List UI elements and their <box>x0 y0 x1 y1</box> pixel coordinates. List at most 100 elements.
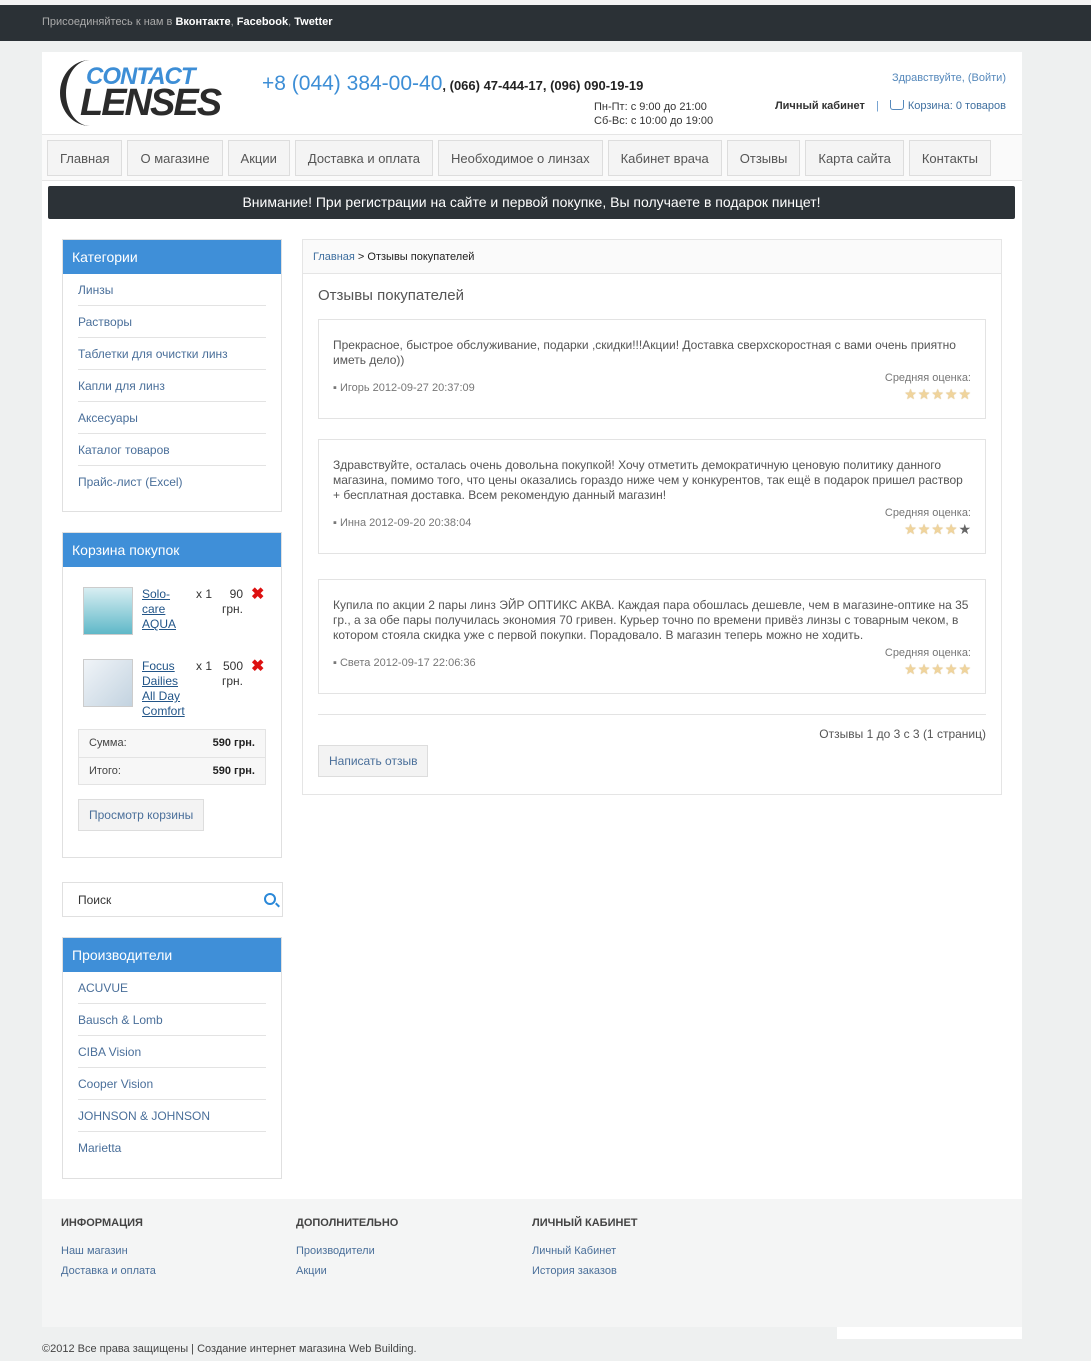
star-icon: ★ <box>944 521 958 537</box>
manufacturer-item[interactable]: CIBA Vision <box>78 1036 266 1068</box>
nav-reviews[interactable]: Отзывы <box>726 140 801 176</box>
breadcrumb-home[interactable]: Главная <box>313 251 355 263</box>
rating-stars: ★ ★ ★ ★ ★ <box>885 522 971 536</box>
category-item[interactable]: Линзы <box>78 274 266 306</box>
account-link[interactable]: Личный кабинет <box>775 100 865 112</box>
categories-list: Линзы Растворы Таблетки для очистки линз… <box>63 274 281 498</box>
footer: ИНФОРМАЦИЯ Наш магазин Доставка и оплата… <box>42 1199 1022 1327</box>
login-greeting[interactable]: Здравствуйте, (Войти) <box>892 72 1006 84</box>
facebook-link[interactable]: Facebook <box>237 16 288 28</box>
review-author: ▪ Игорь 2012-09-27 20:37:09 <box>333 382 475 394</box>
manufacturer-item[interactable]: Marietta <box>78 1132 266 1164</box>
categories-title: Категории <box>63 240 281 274</box>
nav-about[interactable]: О магазине <box>127 140 223 176</box>
category-item[interactable]: Растворы <box>78 306 266 338</box>
account-bar: Личный кабинет | Корзина: 0 товаров <box>775 100 1006 112</box>
main-phone: +8 (044) 384-00-40 <box>262 72 443 95</box>
star-icon: ★ <box>944 386 958 402</box>
footer-corner <box>837 1327 1022 1339</box>
write-review-button[interactable]: Написать отзыв <box>318 745 429 777</box>
total-value: 590 грн. <box>212 765 255 777</box>
cart-item-name: Solo-care AQUA <box>142 587 177 631</box>
copyright: ©2012 Все права защищены | Создание инте… <box>42 1343 417 1355</box>
manufacturer-item[interactable]: JOHNSON & JOHNSON <box>78 1100 266 1132</box>
category-item[interactable]: Аксесуары <box>78 402 266 434</box>
cart-sum-row: Сумма: 590 грн. <box>79 730 265 757</box>
footer-link[interactable]: История заказов <box>532 1265 638 1277</box>
categories-box: Категории Линзы Растворы Таблетки для оч… <box>62 239 282 512</box>
main-content: Главная > Отзывы покупателей Отзывы поку… <box>302 239 1002 795</box>
hours-weekdays: Пн-Пт: с 9:00 до 21:00 <box>594 101 707 113</box>
cart-total-row: Итого: 590 грн. <box>79 757 265 784</box>
cart-item-qty: x 1 <box>196 659 213 673</box>
manufacturer-item[interactable]: Bausch & Lomb <box>78 1004 266 1036</box>
sum-label: Сумма: <box>89 737 127 749</box>
vkontakte-link[interactable]: Вконтакте <box>175 16 230 28</box>
review-author: ▪ Инна 2012-09-20 20:38:04 <box>333 517 472 529</box>
nav-contacts[interactable]: Контакты <box>908 140 991 176</box>
view-cart-button[interactable]: Просмотр корзины <box>78 799 205 831</box>
page-title: Отзывы покупателей <box>318 287 464 304</box>
cart-link[interactable]: Корзина: 0 товаров <box>908 100 1006 112</box>
category-item[interactable]: Прайс-лист (Excel) <box>78 466 266 498</box>
nav-lens-info[interactable]: Необходимое о линзах <box>438 140 603 176</box>
manufacturers-title: Производители <box>63 938 281 972</box>
pagination-info: Отзывы 1 до 3 с 3 (1 страниц) <box>819 727 986 741</box>
cart-box-title: Корзина покупок <box>63 533 281 567</box>
sum-value: 590 грн. <box>212 737 255 749</box>
nav-doctor[interactable]: Кабинет врача <box>607 140 722 176</box>
site-logo[interactable]: CONTACT LENSES <box>60 58 230 128</box>
star-icon: ★ <box>931 386 944 402</box>
review-card: Прекрасное, быстрое обслуживание, подарк… <box>318 319 986 419</box>
nav-delivery[interactable]: Доставка и оплата <box>294 140 434 176</box>
nav-sitemap[interactable]: Карта сайта <box>805 140 904 176</box>
breadcrumb-current: > Отзывы покупателей <box>354 251 475 263</box>
star-icon: ★ <box>904 386 917 402</box>
social-bar: Присоединяйтесь к нам в Вконтакте, Faceb… <box>0 5 1091 41</box>
nav-promotions[interactable]: Акции <box>227 140 290 176</box>
cart-item-qty: x 1 <box>196 587 213 601</box>
category-item[interactable]: Таблетки для очистки линз <box>78 338 266 370</box>
twitter-link[interactable]: Twetter <box>294 16 332 28</box>
star-icon: ★ <box>917 521 931 537</box>
review-text: Купила по акции 2 пары линз ЭЙР ОПТИКС А… <box>333 598 969 642</box>
rating-label: Средняя оценка: <box>884 507 971 519</box>
star-icon: ★ <box>904 521 917 537</box>
footer-link[interactable]: Доставка и оплата <box>61 1265 156 1277</box>
star-icon: ★ <box>958 521 971 537</box>
search-box <box>62 882 283 917</box>
cart-totals: Сумма: 590 грн. Итого: 590 грн. <box>78 729 266 785</box>
manufacturer-item[interactable]: ACUVUE <box>78 972 266 1004</box>
breadcrumb: Главная > Отзывы покупателей <box>303 240 1001 274</box>
page-container: CONTACT LENSES +8 (044) 384-00-40, (066)… <box>42 52 1022 1199</box>
remove-icon[interactable]: ✖ <box>251 584 264 604</box>
review-text: Прекрасное, быстрое обслуживание, подарк… <box>333 338 956 367</box>
footer-link[interactable]: Акции <box>296 1265 398 1277</box>
cart-box: Корзина покупок Solo-care AQUA x 1 90 гр… <box>62 532 282 858</box>
nav-home[interactable]: Главная <box>47 140 123 176</box>
footer-link[interactable]: Наш магазин <box>61 1245 156 1257</box>
review-rating: Средняя оценка: ★ ★ ★ ★ ★ <box>885 372 971 401</box>
footer-link[interactable]: Личный Кабинет <box>532 1245 638 1257</box>
manufacturer-item[interactable]: Cooper Vision <box>78 1068 266 1100</box>
footer-col-extra: ДОПОЛНИТЕЛЬНО Производители Акции <box>296 1217 398 1285</box>
category-item[interactable]: Капли для линз <box>78 370 266 402</box>
star-icon: ★ <box>958 386 971 402</box>
review-rating: Средняя оценка: ★ ★ ★ ★ ★ <box>885 647 971 676</box>
footer-link[interactable]: Производители <box>296 1245 398 1257</box>
remove-icon[interactable]: ✖ <box>251 656 264 676</box>
footer-col-account: ЛИЧНЫЙ КАБИНЕТ Личный Кабинет История за… <box>532 1217 638 1285</box>
search-input[interactable] <box>63 883 243 916</box>
star-icon: ★ <box>904 661 917 677</box>
footer-col-title: ДОПОЛНИТЕЛЬНО <box>296 1217 399 1229</box>
rating-label: Средняя оценка: <box>884 647 971 659</box>
product-image[interactable] <box>83 587 133 635</box>
manufacturers-list: ACUVUE Bausch & Lomb CIBA Vision Cooper … <box>63 972 281 1164</box>
category-item[interactable]: Каталог товаров <box>78 434 266 466</box>
search-icon[interactable] <box>264 893 276 905</box>
review-text: Здравствуйте, осталась очень довольна по… <box>333 458 963 502</box>
rating-stars: ★ ★ ★ ★ ★ <box>885 662 971 676</box>
review-author: ▪ Света 2012-09-17 22:06:36 <box>333 657 476 669</box>
product-image[interactable] <box>83 659 133 707</box>
star-icon: ★ <box>944 661 958 677</box>
